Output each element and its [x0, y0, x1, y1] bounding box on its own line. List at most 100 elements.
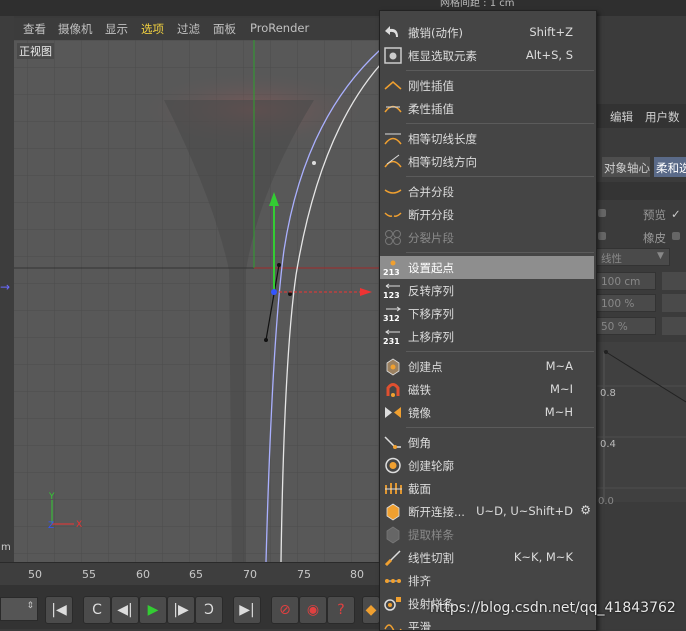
menu-item-create-point[interactable]: 创建点 M~A: [380, 355, 594, 378]
menu-item-equal-tangent-direction[interactable]: 相等切线方向: [380, 150, 594, 173]
preview-check-icon[interactable]: ✓: [671, 207, 681, 221]
menu-separator: [406, 427, 594, 428]
tangent-handle-end[interactable]: [277, 263, 281, 267]
attribute-tab-bar: 编辑 用户数: [596, 104, 686, 128]
falloff-graph[interactable]: 0.8 0.4 0.0: [596, 342, 686, 507]
spline-point[interactable]: [312, 161, 316, 165]
menu-item-explode-segments[interactable]: 分裂片段: [380, 226, 594, 249]
menu-item-join-segment[interactable]: 合并分段: [380, 180, 594, 203]
width-slider[interactable]: [662, 317, 686, 335]
menu-item-line-cut[interactable]: 线性切割 K~K, M~K: [380, 546, 594, 569]
timeline-ruler[interactable]: 50 55 60 65 70 75 80: [0, 562, 380, 585]
strength-field[interactable]: 100 %: [596, 294, 656, 312]
menu-item-hard-interpolation[interactable]: 刚性插值: [380, 74, 594, 97]
tab-soft-selection[interactable]: 柔和选: [654, 157, 686, 177]
radius-field[interactable]: 100 cm: [596, 272, 656, 290]
equal-tangent-length-icon: [383, 129, 403, 148]
soft-interpolation-icon: [383, 99, 403, 118]
go-end-icon[interactable]: ▶|: [233, 596, 261, 624]
menu-item-cross-section[interactable]: 截面: [380, 477, 594, 500]
selected-point[interactable]: [271, 289, 277, 295]
menu-item-reverse-sequence[interactable]: 123 反转序列: [380, 279, 594, 302]
attribute-panel: 编辑 用户数 对象轴心 柔和选 预览 ✓ 橡皮 线性 ▼ 100 cm 100 …: [596, 16, 686, 629]
ruler-tick: 50: [28, 568, 42, 581]
menu-item-move-down-sequence[interactable]: 312 下移序列: [380, 302, 594, 325]
menu-prorender[interactable]: ProRender: [250, 21, 309, 35]
magnet-icon: [383, 380, 403, 399]
menu-separator: [406, 252, 594, 253]
go-start-icon[interactable]: |◀: [45, 596, 73, 624]
viewport-canvas: Y X Z: [14, 40, 380, 562]
ruler-tick: 80: [350, 568, 364, 581]
front-viewport[interactable]: Y X Z 正视图: [14, 40, 380, 562]
hard-interpolation-icon: [383, 76, 403, 95]
join-segment-icon: [383, 182, 403, 201]
tab-user-data[interactable]: 用户数: [645, 109, 680, 125]
menu-item-equal-tangent-length[interactable]: 相等切线长度: [380, 127, 594, 150]
svg-text:231: 231: [383, 337, 400, 346]
svg-text:Z: Z: [48, 521, 54, 531]
mode-select[interactable]: 线性 ▼: [596, 248, 670, 266]
tab-soft-selection-label: 柔和选: [656, 161, 686, 175]
section-header: [596, 182, 686, 200]
line-cut-icon: [383, 548, 403, 567]
mirror-icon: [383, 403, 403, 422]
menu-display[interactable]: 显示: [105, 21, 128, 37]
menu-item-mirror[interactable]: 镜像 M~H: [380, 401, 594, 424]
menu-item-frame-selected[interactable]: 框显选取元素 Alt+S, S: [380, 44, 594, 67]
rubber-checkbox[interactable]: [672, 232, 680, 240]
menu-camera[interactable]: 摄像机: [58, 21, 93, 37]
record-icon[interactable]: ⊘: [271, 596, 299, 624]
chevron-down-icon: ▼: [657, 251, 664, 261]
menu-filter[interactable]: 过滤: [177, 21, 200, 37]
menu-item-extract-spline[interactable]: 提取样条: [380, 523, 594, 546]
menu-panel[interactable]: 面板: [213, 21, 236, 37]
move-up-sequence-icon: 231: [383, 327, 403, 346]
menu-item-undo[interactable]: 撤销(动作) Shift+Z: [380, 21, 594, 44]
help-icon[interactable]: ?: [327, 596, 355, 624]
next-key-icon[interactable]: Ɔ: [195, 596, 223, 624]
menu-item-soft-interpolation[interactable]: 柔性插值: [380, 97, 594, 120]
transport-bar: ⇕ |◀ C ◀| ▶ |▶ Ɔ ▶| ⊘ ◉ ? ◆: [0, 585, 380, 629]
tangent-handle-start[interactable]: [264, 338, 268, 342]
menu-view[interactable]: 查看: [23, 21, 46, 37]
tab-object-axis[interactable]: 对象轴心: [602, 157, 650, 177]
prev-key-icon[interactable]: C: [83, 596, 111, 624]
menu-item-break-segment[interactable]: 断开分段: [380, 203, 594, 226]
undo-icon: [383, 23, 403, 42]
autokey-icon[interactable]: ◉: [299, 596, 327, 624]
surface-checkbox[interactable]: [598, 232, 606, 240]
menu-options[interactable]: 选项: [141, 21, 164, 37]
menu-item-arrange[interactable]: 排齐: [380, 569, 594, 592]
menu-item-set-first-point[interactable]: 213 设置起点: [380, 256, 594, 279]
frame-field[interactable]: ⇕: [0, 597, 38, 621]
key-options-icon[interactable]: ◆: [362, 596, 380, 624]
project-spline-icon: [383, 594, 403, 613]
chamfer-icon: [383, 433, 403, 452]
graph-label: 0.0: [598, 496, 614, 507]
tab-edit[interactable]: 编辑: [610, 109, 633, 125]
menu-item-magnet[interactable]: 磁铁 M~I: [380, 378, 594, 401]
spline-point[interactable]: [288, 292, 292, 296]
next-frame-icon[interactable]: |▶: [167, 596, 195, 624]
viewport-label: 正视图: [17, 43, 54, 59]
play-icon[interactable]: ▶: [139, 596, 167, 624]
menu-item-create-outline[interactable]: 创建轮廓: [380, 454, 594, 477]
preview-label: 预览: [643, 208, 666, 222]
frame-selected-icon: [383, 46, 403, 65]
radius-slider[interactable]: [662, 272, 686, 290]
menu-item-chamfer[interactable]: 倒角: [380, 431, 594, 454]
menu-item-move-up-sequence[interactable]: 231 上移序列: [380, 325, 594, 348]
ruler-tick: 60: [136, 568, 150, 581]
width-field[interactable]: 50 %: [596, 317, 656, 335]
mode-select-value: 线性: [601, 253, 622, 265]
menu-item-disconnect[interactable]: 断开连接... U~D, U~Shift+D ⚙: [380, 500, 594, 523]
create-point-icon: [383, 357, 403, 376]
gear-icon[interactable]: ⚙: [580, 503, 591, 517]
rubber-label: 橡皮: [643, 231, 666, 245]
tab-object-axis-label: 对象轴心: [604, 161, 650, 175]
ruler-tick: 75: [297, 568, 311, 581]
strength-slider[interactable]: [662, 294, 686, 312]
prev-frame-icon[interactable]: ◀|: [111, 596, 139, 624]
preview-checkbox[interactable]: [598, 209, 606, 217]
